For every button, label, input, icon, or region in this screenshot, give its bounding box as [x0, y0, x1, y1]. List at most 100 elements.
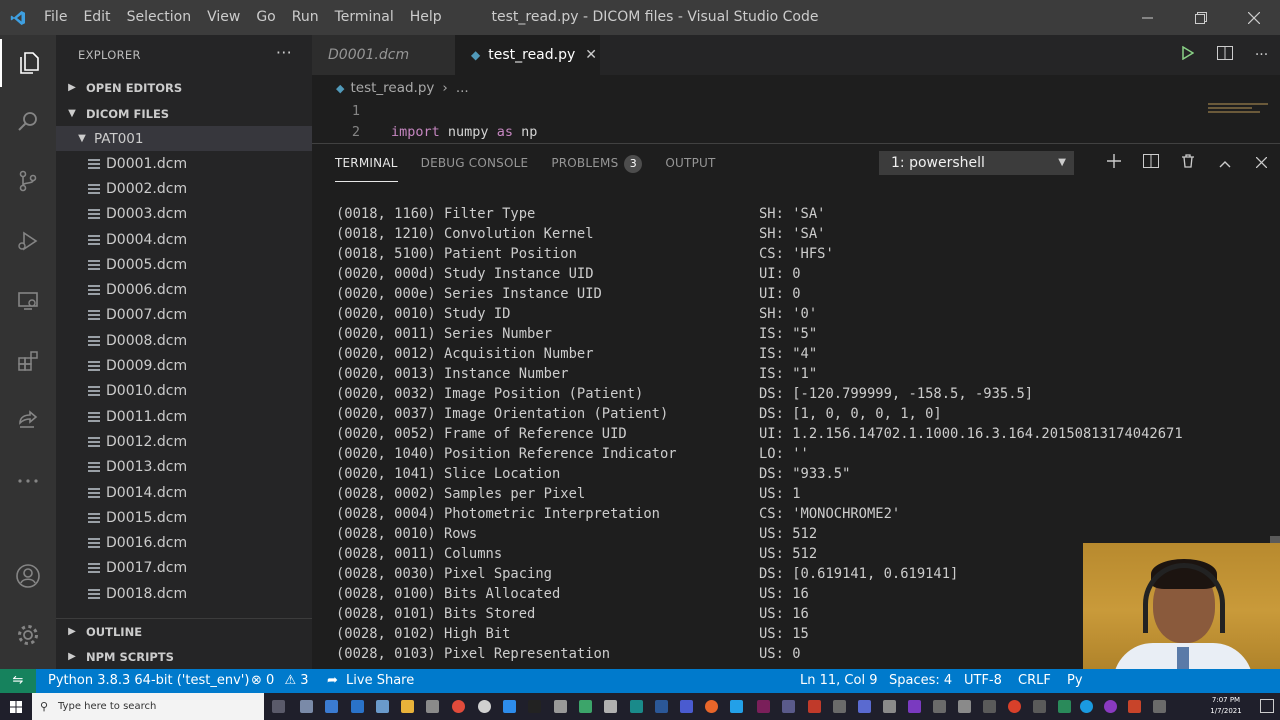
taskbar-app-icon[interactable]	[782, 700, 795, 713]
taskbar-app-icon[interactable]	[579, 700, 592, 713]
tab-debug-console[interactable]: DEBUG CONSOLE	[421, 144, 529, 182]
taskbar-app-icon[interactable]	[808, 700, 821, 713]
live-share-icon[interactable]	[0, 397, 56, 445]
search-icon[interactable]	[0, 97, 56, 145]
close-tab-icon[interactable]: ✕	[585, 47, 597, 63]
taskbar-app-icon[interactable]	[958, 700, 971, 713]
file-item[interactable]: D0013.dcm	[56, 455, 312, 480]
task-view-icon[interactable]	[272, 700, 285, 713]
menu-view[interactable]: View	[199, 0, 248, 35]
file-item[interactable]: D0002.dcm	[56, 176, 312, 201]
source-control-icon[interactable]	[0, 157, 56, 205]
vscode-taskbar-icon[interactable]	[730, 700, 743, 713]
remote-explorer-icon[interactable]	[0, 277, 56, 325]
file-item[interactable]: D0010.dcm	[56, 379, 312, 404]
menu-selection[interactable]: Selection	[119, 0, 200, 35]
taskbar-app-icon[interactable]	[680, 700, 693, 713]
tab-test-read[interactable]: ◆ test_read.py ✕	[455, 35, 600, 75]
split-editor-icon[interactable]	[1206, 46, 1243, 64]
menu-edit[interactable]: Edit	[75, 0, 118, 35]
file-item[interactable]: D0006.dcm	[56, 277, 312, 302]
file-item[interactable]: D0007.dcm	[56, 303, 312, 328]
taskbar-app-icon[interactable]	[1033, 700, 1046, 713]
close-panel-icon[interactable]	[1243, 154, 1280, 172]
live-share-status[interactable]: ➦ Live Share	[327, 669, 414, 693]
account-icon[interactable]	[0, 552, 56, 600]
taskbar-app-icon[interactable]	[833, 700, 846, 713]
python-interpreter[interactable]: Python 3.8.3 64-bit ('test_env')	[48, 669, 249, 693]
more-views-icon[interactable]	[0, 457, 56, 505]
menu-go[interactable]: Go	[248, 0, 283, 35]
outline-section[interactable]: ▶ OUTLINE	[56, 619, 312, 644]
notification-icon[interactable]	[1260, 699, 1274, 713]
manage-gear-icon[interactable]	[0, 611, 56, 659]
problems-status[interactable]: ⊗ 0 ⚠ 3	[251, 669, 309, 693]
workspace-section[interactable]: ▼ DICOM FILES	[56, 101, 312, 126]
line-ending[interactable]: CRLF	[1018, 669, 1051, 693]
skype-icon[interactable]	[1080, 700, 1093, 713]
file-item[interactable]: D0017.dcm	[56, 556, 312, 581]
split-terminal-icon[interactable]	[1132, 154, 1169, 172]
encoding[interactable]: UTF-8	[964, 669, 1002, 693]
chrome-icon[interactable]	[452, 700, 465, 713]
taskbar-app-icon[interactable]	[983, 700, 996, 713]
taskbar-app-icon[interactable]	[1104, 700, 1117, 713]
kill-terminal-trash-icon[interactable]	[1169, 154, 1206, 172]
extensions-icon[interactable]	[0, 337, 56, 385]
taskbar-app-icon[interactable]	[604, 700, 617, 713]
tab-problems[interactable]: PROBLEMS 3	[551, 144, 643, 182]
taskbar-app-icon[interactable]	[325, 700, 338, 713]
tab-output[interactable]: OUTPUT	[665, 144, 715, 182]
powerpoint-icon[interactable]	[1128, 700, 1141, 713]
npm-scripts-section[interactable]: ▶ NPM SCRIPTS	[56, 644, 312, 669]
folder-pat001[interactable]: ▼ PAT001	[56, 126, 312, 151]
code-editor[interactable]: 1 2 import numpy as np	[312, 101, 1280, 143]
taskbar-app-icon[interactable]	[300, 700, 313, 713]
menu-run[interactable]: Run	[284, 0, 327, 35]
file-item[interactable]: D0005.dcm	[56, 252, 312, 277]
indentation[interactable]: Spaces: 4	[889, 669, 952, 693]
menu-help[interactable]: Help	[402, 0, 450, 35]
menu-terminal[interactable]: Terminal	[327, 0, 402, 35]
taskbar-search-box[interactable]: ⚲ Type here to search	[32, 693, 264, 720]
file-item[interactable]: D0001.dcm	[56, 151, 312, 176]
minimap[interactable]	[1208, 103, 1272, 117]
breadcrumb-file[interactable]: test_read.py	[350, 80, 434, 96]
run-python-file-icon[interactable]	[1169, 45, 1206, 64]
close-window-button[interactable]	[1227, 0, 1280, 35]
file-item[interactable]: D0014.dcm	[56, 480, 312, 505]
taskbar-app-icon[interactable]	[933, 700, 946, 713]
file-item[interactable]: D0003.dcm	[56, 202, 312, 227]
new-terminal-icon[interactable]	[1095, 154, 1132, 172]
language-mode[interactable]: Py	[1067, 669, 1083, 693]
taskbar-app-icon[interactable]	[883, 700, 896, 713]
restore-button[interactable]	[1174, 0, 1227, 35]
minimize-button[interactable]	[1121, 0, 1174, 35]
taskbar-app-icon[interactable]	[376, 700, 389, 713]
file-item[interactable]: D0012.dcm	[56, 429, 312, 454]
windows-start-icon[interactable]	[10, 701, 22, 717]
tab-d0001[interactable]: D0001.dcm	[312, 35, 455, 75]
file-explorer-icon[interactable]	[401, 700, 414, 713]
file-item[interactable]: D0009.dcm	[56, 353, 312, 378]
tab-terminal[interactable]: TERMINAL	[335, 144, 398, 182]
taskbar-app-icon[interactable]	[426, 700, 439, 713]
breadcrumb-rest[interactable]: ...	[456, 80, 469, 96]
taskbar-clock[interactable]: 7:07 PM 1/7/2021	[1206, 695, 1246, 717]
taskbar-app-icon[interactable]	[554, 700, 567, 713]
file-item[interactable]: D0004.dcm	[56, 227, 312, 252]
taskbar-app-icon[interactable]	[757, 700, 770, 713]
more-actions-icon[interactable]: ···	[276, 43, 292, 62]
remote-indicator-icon[interactable]: ⇋	[0, 669, 36, 693]
run-debug-icon[interactable]	[0, 217, 56, 265]
file-item[interactable]: D0018.dcm	[56, 581, 312, 606]
explorer-icon[interactable]	[0, 39, 56, 87]
taskbar-app-icon[interactable]	[478, 700, 491, 713]
taskbar-app-icon[interactable]	[503, 700, 516, 713]
cursor-position[interactable]: Ln 11, Col 9	[800, 669, 877, 693]
taskbar-app-icon[interactable]	[858, 700, 871, 713]
taskbar-app-icon[interactable]	[1008, 700, 1021, 713]
mail-icon[interactable]	[351, 700, 364, 713]
word-icon[interactable]	[655, 700, 668, 713]
file-item[interactable]: D0015.dcm	[56, 505, 312, 530]
